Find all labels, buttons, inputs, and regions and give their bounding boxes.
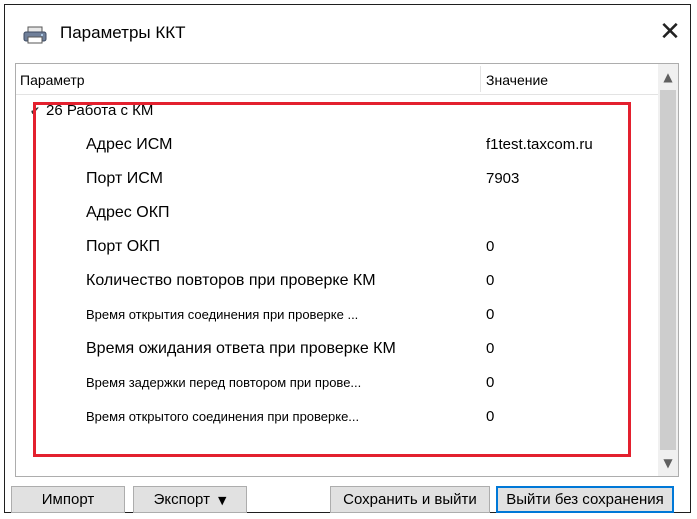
printer-icon: [23, 26, 47, 44]
chevron-down-icon: ▼: [217, 494, 227, 507]
group-row-km[interactable]: ✔ 26 Работа с КМ: [16, 94, 658, 128]
row-parameter-name: Адрес ИСМ: [86, 136, 173, 153]
row-parameter-name: Адрес ОКП: [86, 204, 170, 221]
row-parameter-name: Количество повторов при проверке КМ: [86, 272, 376, 289]
export-button-label: Экспорт: [153, 491, 210, 508]
save-and-exit-button[interactable]: Сохранить и выйти: [330, 486, 490, 513]
row-parameter-name: Порт ОКП: [86, 238, 160, 255]
save-and-exit-label: Сохранить и выйти: [343, 491, 477, 508]
row-parameter-value[interactable]: 0: [486, 264, 494, 298]
row-parameter-value[interactable]: 0: [486, 230, 494, 264]
table-row[interactable]: Порт ИСМ 7903: [16, 162, 658, 196]
title-bar: Параметры ККТ ✕: [5, 5, 690, 59]
exit-without-saving-button[interactable]: Выйти без сохранения: [496, 486, 674, 513]
row-parameter-name: Порт ИСМ: [86, 170, 163, 187]
group-label: 26 Работа с КМ: [46, 102, 154, 119]
row-parameter-name: Время открытого соединения при проверке.…: [86, 409, 360, 424]
column-divider[interactable]: [480, 66, 481, 92]
column-header-value[interactable]: Значение: [486, 64, 656, 94]
table-row[interactable]: Количество повторов при проверке КМ 0: [16, 264, 658, 298]
column-header-parameter[interactable]: Параметр: [20, 64, 478, 94]
vertical-scrollbar[interactable]: ▲ ▼: [658, 64, 678, 476]
exit-without-saving-label: Выйти без сохранения: [506, 491, 664, 508]
import-button-label: Импорт: [41, 491, 95, 508]
export-button[interactable]: Экспорт ▼: [133, 486, 247, 513]
table-row[interactable]: Время открытия соединения при проверке .…: [16, 298, 658, 332]
scroll-up-icon[interactable]: ▲: [658, 66, 678, 88]
table-row[interactable]: Адрес ОКП: [16, 196, 658, 230]
row-parameter-value[interactable]: 7903: [486, 162, 519, 196]
table-row[interactable]: Адрес ИСМ f1test.taxcom.ru: [16, 128, 658, 162]
parameters-grid: Параметр Значение ✔ 26 Работа с КМ Адрес…: [15, 63, 679, 477]
row-parameter-name: Время задержки перед повтором при прове.…: [86, 375, 362, 390]
row-parameter-value[interactable]: 0: [486, 366, 494, 400]
row-parameter-value[interactable]: f1test.taxcom.ru: [486, 128, 593, 162]
row-parameter-name: Время открытия соединения при проверке .…: [86, 307, 359, 322]
table-row[interactable]: Порт ОКП 0: [16, 230, 658, 264]
table-row[interactable]: Время ожидания ответа при проверке КМ 0: [16, 332, 658, 366]
row-parameter-name: Время ожидания ответа при проверке КМ: [86, 340, 396, 357]
import-button[interactable]: Импорт: [11, 486, 125, 513]
scroll-down-icon[interactable]: ▼: [658, 452, 678, 474]
row-parameter-value[interactable]: 0: [486, 298, 494, 332]
chevron-down-icon[interactable]: ✔: [30, 94, 40, 128]
kkt-parameters-window: Параметры ККТ ✕ Параметр Значение ✔ 26 Р…: [4, 4, 691, 513]
scrollbar-thumb[interactable]: [660, 90, 676, 450]
table-row[interactable]: Время открытого соединения при проверке.…: [16, 400, 658, 434]
window-title: Параметры ККТ: [60, 23, 186, 42]
row-parameter-value[interactable]: 0: [486, 332, 494, 366]
grid-header: Параметр Значение: [16, 64, 658, 95]
row-parameter-value[interactable]: 0: [486, 400, 494, 434]
close-icon[interactable]: ✕: [655, 17, 685, 47]
table-row[interactable]: Время задержки перед повтором при прове.…: [16, 366, 658, 400]
